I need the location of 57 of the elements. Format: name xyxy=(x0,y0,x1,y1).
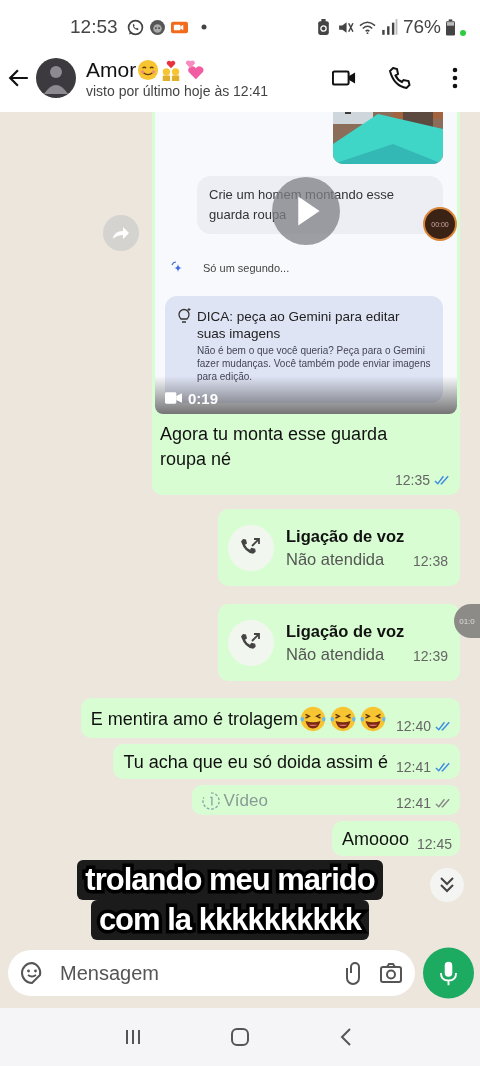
message-time: 12:35 xyxy=(394,472,430,488)
battery-percent: 76% xyxy=(402,16,441,38)
message-text: Agora tu monta esse guarda roupa né xyxy=(160,423,389,471)
microphone-button[interactable] xyxy=(423,946,474,1000)
missed-call-message[interactable]: Ligação de voz Não atendida 12:39 xyxy=(218,604,460,681)
last-seen: visto por último hoje às 12:41 xyxy=(86,82,270,99)
tip-body: Não é bem o que você queria? Peça para o Gemini fazer mudanças. Você também pode enviar imagens para edição. xyxy=(197,344,431,383)
smiling-emoji-icon xyxy=(137,58,160,81)
message-time: 12:38 xyxy=(412,552,448,569)
face-icon xyxy=(148,18,166,36)
video-message[interactable]: Vídeo 12:41 xyxy=(191,785,460,815)
phone-icon[interactable] xyxy=(388,66,412,90)
message-text: Amoooo xyxy=(341,828,409,851)
message-time: 12:39 xyxy=(412,647,448,664)
call-icon xyxy=(228,619,274,666)
notification-dot-icon xyxy=(200,24,207,30)
caption-text: trolando meu marido xyxy=(77,860,383,900)
call-title: Ligação de voz xyxy=(286,621,405,641)
message-time: 12:41 xyxy=(395,759,431,775)
home-icon[interactable] xyxy=(230,1027,250,1047)
more-options-icon[interactable] xyxy=(452,66,458,90)
call-status: Não atendida xyxy=(286,549,386,569)
text-message[interactable]: Tu acha que eu só doida assim é 12:41 xyxy=(113,744,460,779)
media-label: Vídeo xyxy=(223,791,268,811)
sticker-icon[interactable] xyxy=(20,961,44,985)
contact-name[interactable]: Amor xyxy=(86,57,137,82)
call-title: Ligação de voz xyxy=(286,526,405,546)
caption-text: com la kkkkkkkkkk xyxy=(90,900,370,940)
timer-badge: 01:0 xyxy=(454,604,480,638)
message-time: 12:40 xyxy=(395,718,431,734)
message-time: 12:41 xyxy=(395,795,431,811)
signal-icon xyxy=(380,18,398,36)
back-arrow-icon[interactable] xyxy=(8,67,30,89)
tip-title: DICA: peça ao Gemini para editar suas imagens xyxy=(197,308,401,342)
hearts-emoji-icon xyxy=(183,58,206,81)
indicator-dot-icon xyxy=(460,30,466,36)
call-icon xyxy=(228,524,274,571)
missed-call-message[interactable]: Ligação de voz Não atendida 12:38 xyxy=(218,509,460,586)
video-icon xyxy=(165,392,182,404)
video-message[interactable] xyxy=(152,112,460,495)
chat-app-icon xyxy=(126,18,144,36)
status-time: 12:53 xyxy=(70,16,118,38)
message-time: 12:45 xyxy=(416,836,452,852)
message-text: Tu acha que eu só doida assim é xyxy=(123,751,388,774)
battery-icon xyxy=(446,18,455,36)
scroll-down-button[interactable] xyxy=(430,868,464,902)
avatar[interactable] xyxy=(36,58,76,98)
lightbulb-icon xyxy=(177,308,191,324)
text-message[interactable]: Amoooo 12:45 xyxy=(331,821,460,856)
video-duration: 0:19 xyxy=(188,389,219,407)
view-once-icon xyxy=(201,792,220,810)
message-field[interactable]: Mensagem xyxy=(8,950,415,996)
call-status: Não atendida xyxy=(286,644,386,664)
loading-text: Só um segundo... xyxy=(203,262,290,274)
camera-icon[interactable] xyxy=(379,961,403,985)
message-text: E mentira amo é trolagem xyxy=(90,707,298,731)
text-message[interactable]: E mentira amo é trolagem 12:40 xyxy=(80,698,460,738)
